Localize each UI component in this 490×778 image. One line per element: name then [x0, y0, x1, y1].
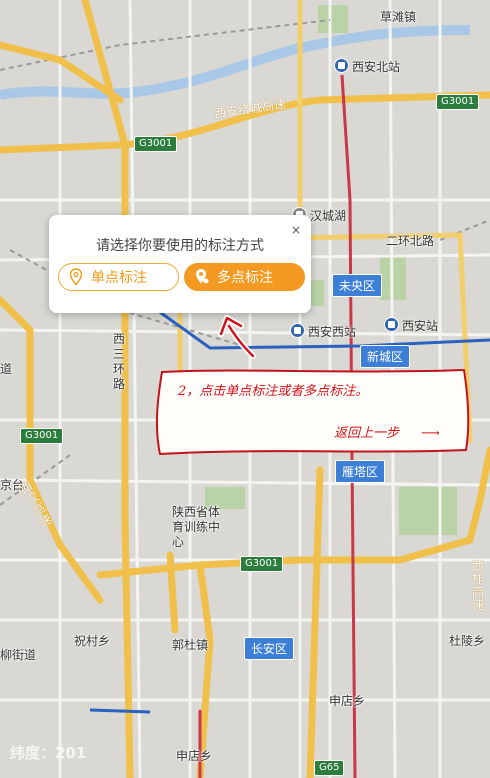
- label-duling: 杜陵乡: [449, 634, 486, 648]
- station-xian-west[interactable]: 西安西站: [290, 323, 356, 340]
- label-liuxiang-street: 柳街道: [0, 648, 37, 662]
- multi-point-button[interactable]: 多点标注: [184, 263, 305, 291]
- single-point-button[interactable]: 单点标注: [58, 263, 179, 291]
- shield-g65: G65: [314, 760, 345, 776]
- label-west-third-ring: 西三环路: [113, 332, 126, 391]
- close-icon[interactable]: ×: [291, 223, 301, 237]
- label-caotan-town: 草滩镇: [380, 10, 417, 24]
- multi-pin-icon: [196, 269, 209, 284]
- pointer-arrow-icon: [218, 315, 256, 359]
- single-point-label: 单点标注: [91, 270, 147, 286]
- label-zhucun: 祝村乡: [74, 634, 111, 648]
- marking-mode-dialog: 请选择你要使用的标注方式 × 单点标注 多点标注: [49, 215, 311, 313]
- label-shendian-2: 申店乡: [176, 749, 213, 763]
- label-right-expressway: 西柞高速: [472, 559, 485, 612]
- coordinate-readout: 纬度：201: [10, 744, 87, 762]
- label-dao: 道: [0, 362, 13, 376]
- district-xincheng[interactable]: 新城区: [360, 345, 411, 368]
- instruction-note: 2，点击单点标注或者多点标注。 返回上一步 ⟶: [152, 366, 470, 458]
- step-text: 2，点击单点标注或者多点标注。: [178, 384, 369, 399]
- label-sports-center: 陕西省体育训练中心: [172, 505, 221, 549]
- train-station-icon: [290, 323, 305, 338]
- shield-g3001-a: G3001: [436, 94, 480, 110]
- map-pin-icon: [69, 268, 83, 286]
- arrow-right-icon: ⟶: [421, 426, 440, 441]
- station-xian[interactable]: 西安站: [384, 317, 438, 334]
- district-yanta[interactable]: 雁塔区: [335, 460, 386, 483]
- shield-g3001-b: G3001: [134, 136, 178, 152]
- train-station-icon: [334, 58, 349, 73]
- district-changan[interactable]: 长安区: [244, 637, 295, 660]
- label-shendian-1: 申店乡: [329, 694, 366, 708]
- station-xian-north[interactable]: 西安北站: [334, 58, 400, 75]
- label-second-ring-north: 二环北路: [386, 234, 435, 248]
- district-weiyang[interactable]: 未央区: [332, 274, 383, 297]
- label-guodu-town: 郭杜镇: [172, 638, 209, 652]
- back-link[interactable]: 返回上一步 ⟶: [334, 422, 440, 441]
- shield-g3001-d: G3001: [240, 556, 284, 572]
- dialog-title: 请选择你要使用的标注方式: [96, 238, 264, 254]
- multi-point-label: 多点标注: [217, 270, 273, 286]
- shield-g3001-c: G3001: [20, 428, 64, 444]
- train-station-icon: [384, 317, 399, 332]
